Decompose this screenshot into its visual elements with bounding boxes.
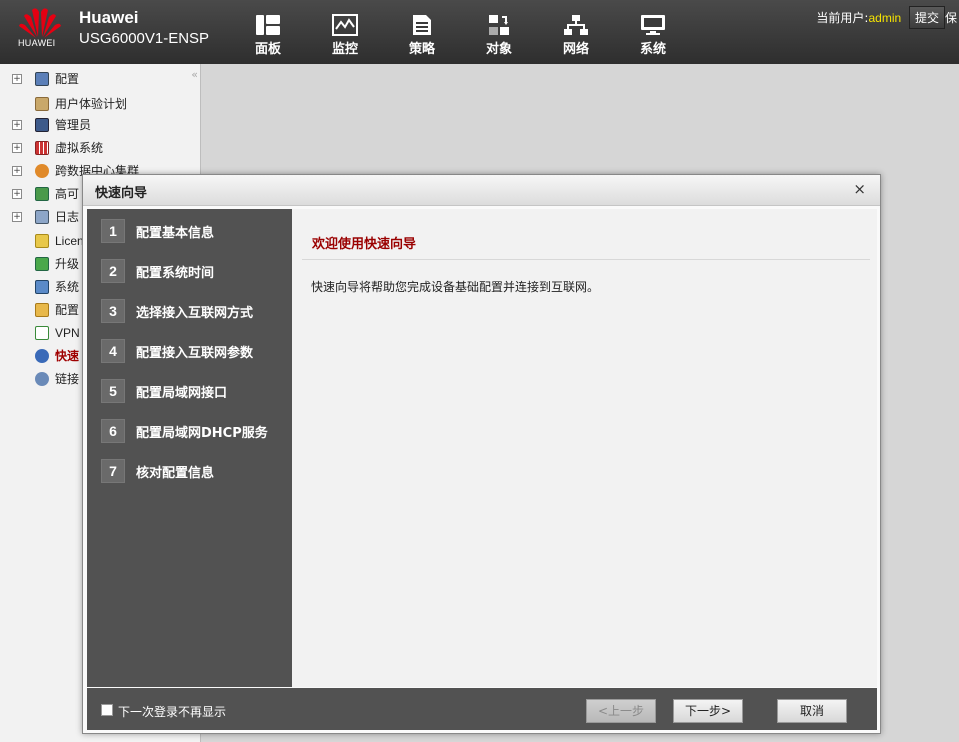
wizard-steps: 1 配置基本信息 2 配置系统时间 3 选择接入互联网方式 4 配置接入互联网参… [87,209,292,687]
system-item-icon [35,280,49,294]
step-label: 核对配置信息 [136,466,215,481]
step-number: 4 [101,339,125,363]
step-number: 7 [101,459,125,483]
step-label: 配置基本信息 [136,226,215,241]
log-icon [35,210,49,224]
dialog-title: 快速向导 [95,186,148,201]
panel-description: 快速向导将帮助您完成设备基础配置并连接到互联网。 [311,280,600,294]
nav-label: 面板 [254,42,281,57]
close-icon[interactable]: × [853,180,866,198]
nav-label: 网络 [562,42,589,57]
wizard-icon [35,349,49,363]
step-number: 3 [101,299,125,323]
step-label: 配置接入互联网参数 [136,346,254,361]
step-number: 5 [101,379,125,403]
nav-network[interactable]: 网络 [546,10,606,57]
step-label: 配置局域网DHCP服务 [136,426,268,441]
wizard-panel: 欢迎使用快速向导 快速向导将帮助您完成设备基础配置并连接到互联网。 [292,209,877,687]
nav-object[interactable]: 对象 [469,10,529,57]
ha-icon [35,187,49,201]
upgrade-icon [35,257,49,271]
link-icon [35,372,49,386]
sidebar-item-label: 配置 [55,303,80,317]
nav-system[interactable]: 系统 [623,10,683,57]
quick-wizard-dialog: 快速向导 × 1 配置基本信息 2 配置系统时间 3 选择接入互联网方式 4 配… [82,174,881,734]
sidebar-item-label: 日志 [55,210,80,224]
user-experience-icon [35,97,49,111]
prev-button[interactable]: <上一步 [586,699,656,723]
step-number: 2 [101,259,125,283]
network-icon [564,15,588,35]
monitor-icon [332,14,358,36]
expand-icon[interactable]: + [12,120,22,130]
nav-monitor[interactable]: 监控 [315,10,375,57]
nav-dashboard[interactable]: 面板 [238,10,298,57]
dashboard-icon [256,15,280,35]
policy-icon [413,15,431,35]
cancel-button[interactable]: 取消 [777,699,847,723]
divider [302,259,870,260]
step-label: 配置系统时间 [136,266,215,281]
sidebar-item-label: 快速 [55,349,80,363]
object-icon [489,15,509,35]
expand-icon[interactable]: + [12,189,22,199]
user-bar: 当前用户:admin 提交保 [816,6,959,29]
sidebar-item-label: Licen [55,234,84,248]
huawei-logo: HUAWEI [14,4,66,52]
sidebar-item-label: 配置 [55,72,80,86]
nav-label: 对象 [485,42,512,57]
sidebar-item-label: 链接 [55,372,80,386]
expand-icon[interactable]: + [12,212,22,222]
dialog-titlebar[interactable]: 快速向导 × [83,175,880,206]
panel-title: 欢迎使用快速向导 [312,237,417,252]
config-icon [35,72,49,86]
folder-icon [35,303,49,317]
sidebar-item-label: 虚拟系统 [55,141,104,155]
logo-text: HUAWEI [18,38,56,48]
sidebar-item-label: 用户体验计划 [55,97,128,111]
nav-label: 策略 [408,42,435,57]
nav-policy[interactable]: 策略 [392,10,452,57]
next-button[interactable]: 下一步> [673,699,743,723]
collapse-sidebar-icon[interactable]: « [191,68,198,81]
vpn-icon [35,326,49,340]
step-number: 1 [101,219,125,243]
brand-name: Huawei [79,8,139,27]
sidebar-item-label: VPN [55,326,80,340]
current-user-name: admin [868,11,902,25]
sidebar-item-label: 升级 [55,257,80,271]
license-icon [35,234,49,248]
step-label: 选择接入互联网方式 [136,306,254,321]
virtual-system-icon [35,141,49,155]
top-header: HUAWEI Huawei USG6000V1-ENSP 面板 监控 策略 对象… [0,0,959,64]
dont-show-checkbox[interactable] [101,704,113,716]
admin-icon [35,118,49,132]
sidebar-item-label: 管理员 [55,118,92,132]
device-model: USG6000V1-ENSP [79,30,210,47]
expand-icon[interactable]: + [12,143,22,153]
system-icon [641,15,665,35]
submit-button[interactable]: 提交 [908,6,945,29]
nav-label: 系统 [639,42,666,57]
nav-label: 监控 [331,42,358,57]
current-user-label: 当前用户: [816,11,869,25]
step-number: 6 [101,419,125,443]
dialog-footer: 下一次登录不再显示 <上一步 下一步> 取消 [87,688,877,730]
expand-icon[interactable]: + [12,166,22,176]
sidebar-item-label: 系统 [55,280,80,294]
dont-show-label[interactable]: 下一次登录不再显示 [118,703,226,720]
sidebar-item-label: 高可 [55,187,80,201]
expand-icon[interactable]: + [12,74,22,84]
cluster-icon [35,164,49,178]
step-label: 配置局域网接口 [136,386,228,401]
